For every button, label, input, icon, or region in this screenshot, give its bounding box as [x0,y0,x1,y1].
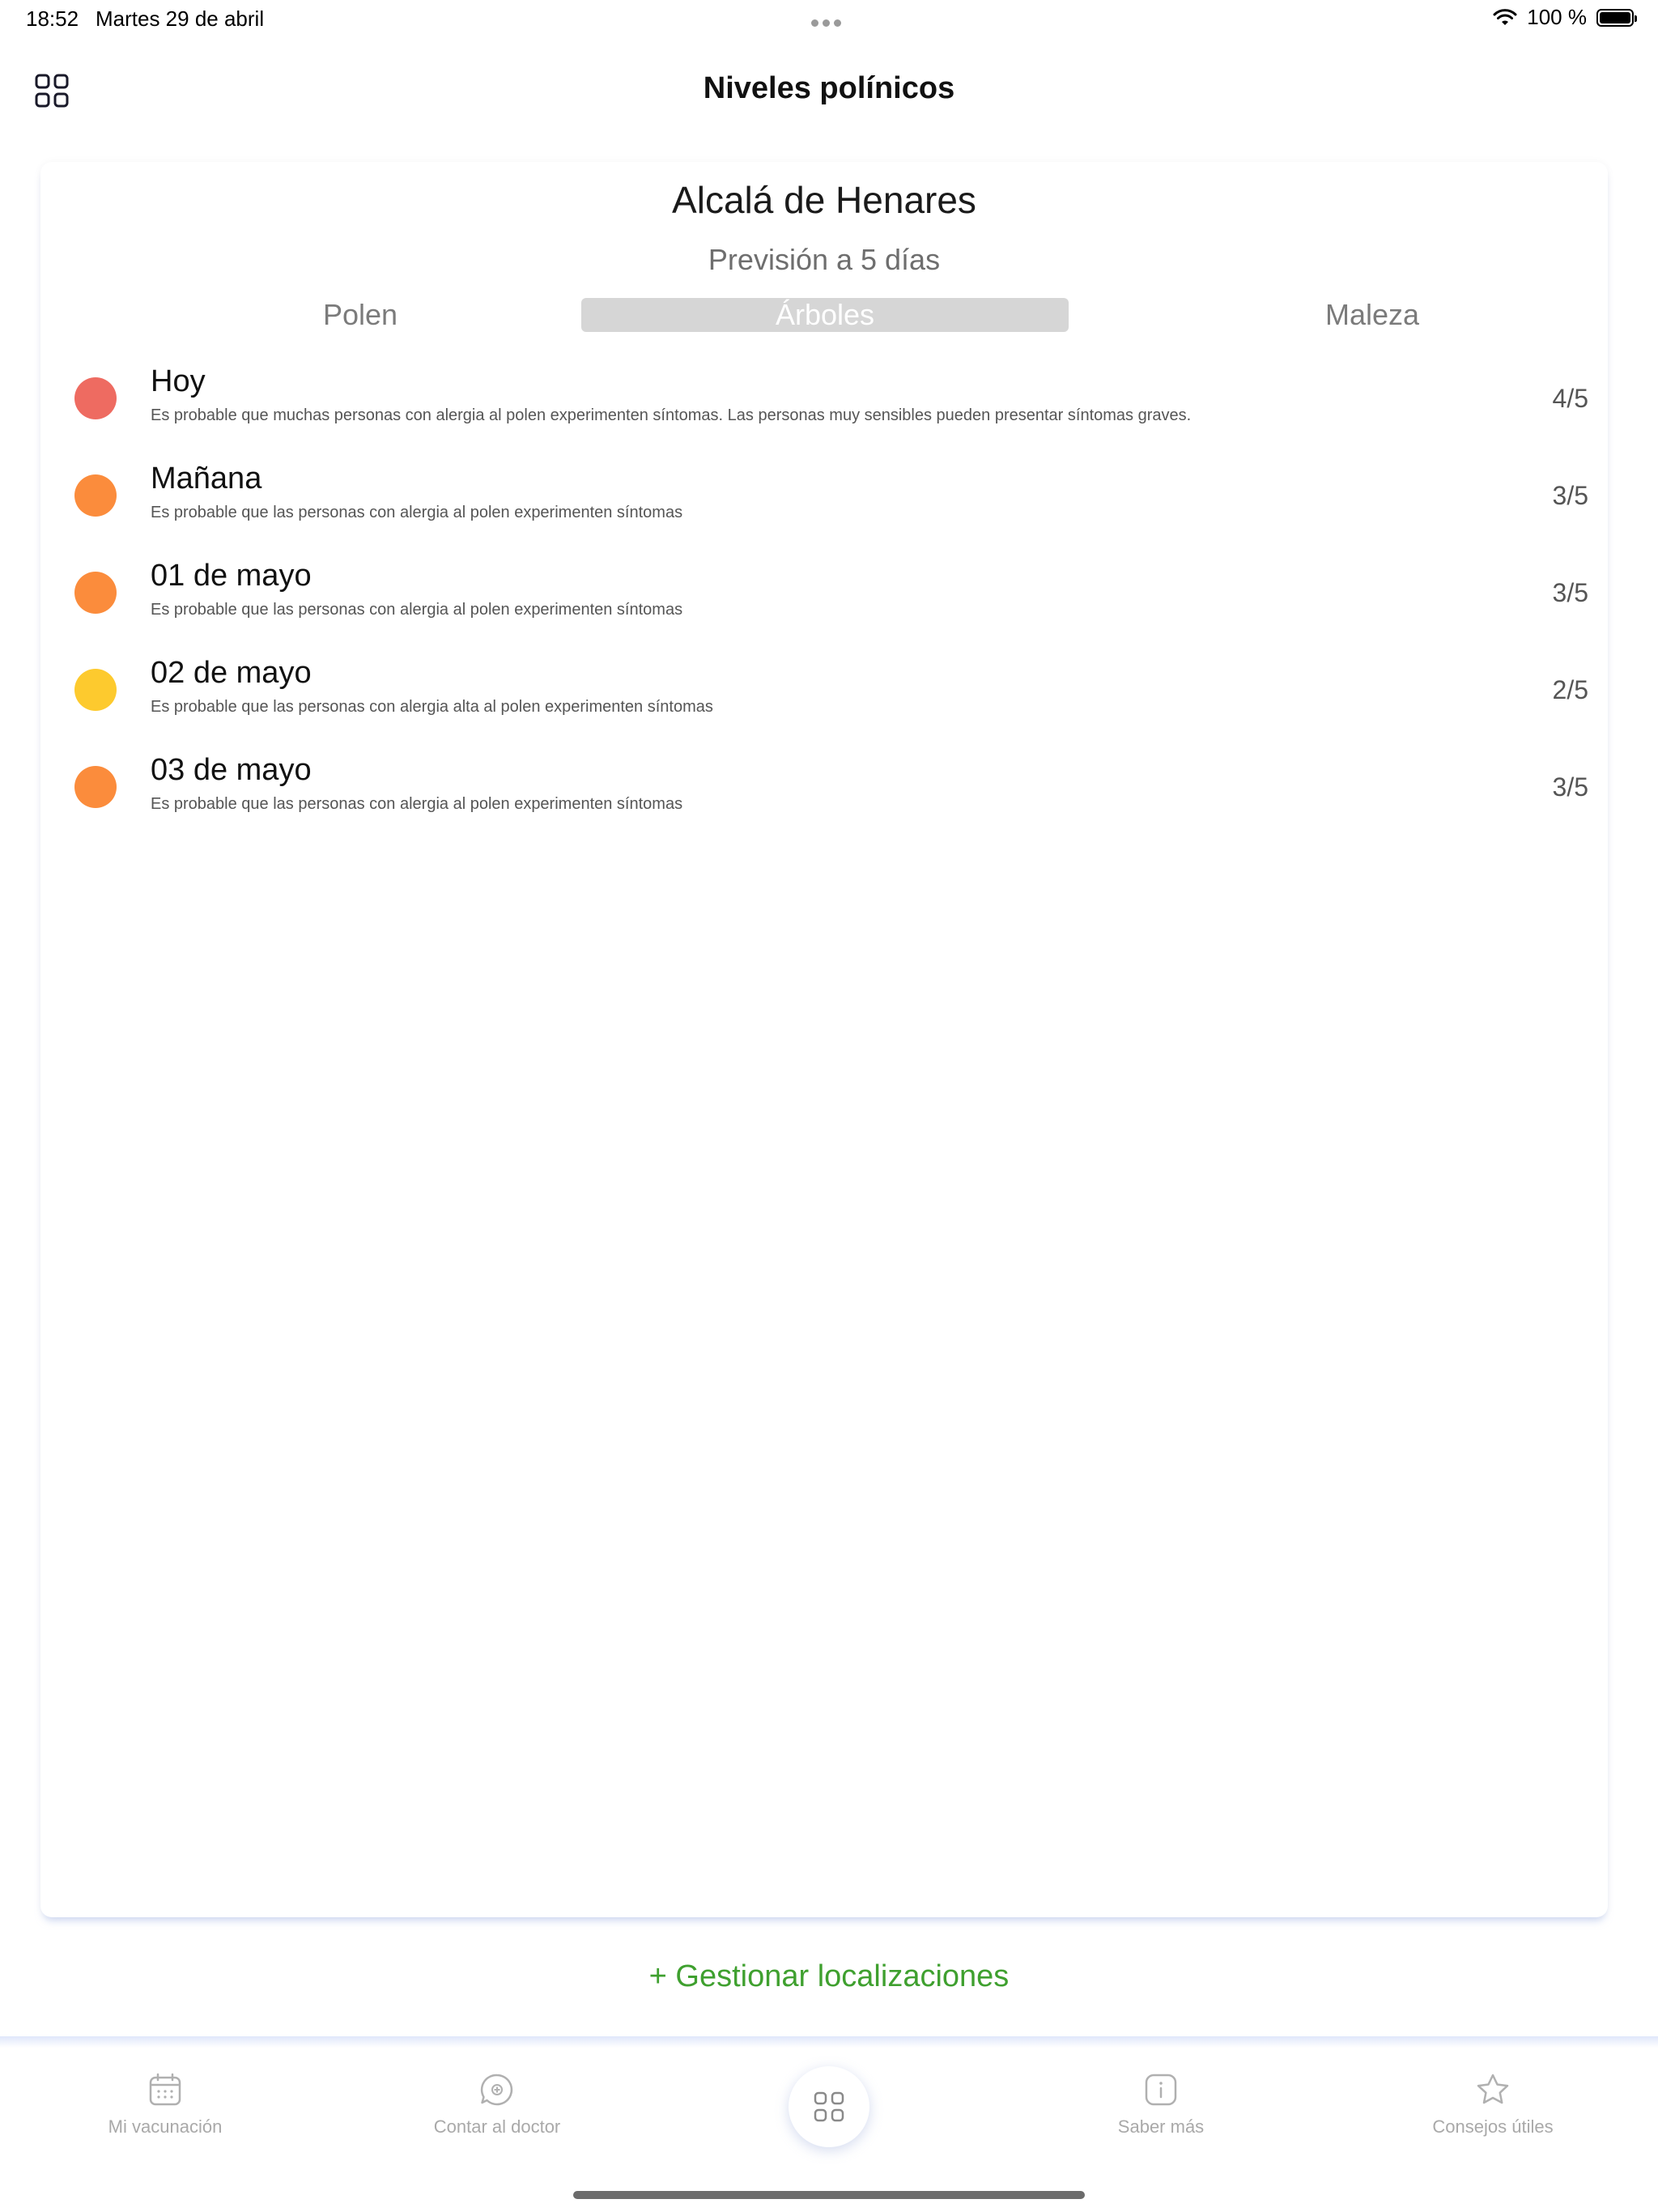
level-indicator-dot [74,572,117,614]
forecast-score: 2/5 [1552,675,1588,704]
chat-plus-icon [480,2074,513,2106]
forecast-description: Es probable que las personas con alergia… [151,601,683,619]
forecast-score: 3/5 [1552,772,1588,802]
tab-consejos-utiles[interactable]: Consejos útiles [1371,2048,1614,2138]
level-indicator-dot [74,377,117,419]
forecast-day: 03 de mayo [151,753,312,787]
level-indicator-dot [74,669,117,711]
forecast-description: Es probable que las personas con alergia… [151,504,683,521]
battery-icon [1596,8,1637,27]
page-title: Niveles polínicos [703,71,955,105]
tab-label: Consejos útiles [1432,2116,1554,2137]
forecast-list: Hoy Es probable que muchas personas con … [40,364,1608,850]
tab-saber-mas[interactable]: Saber más [1039,2048,1282,2138]
location-name: Alcalá de Henares [672,179,976,221]
level-indicator-dot [74,474,117,517]
forecast-description: Es probable que muchas personas con aler… [151,406,1192,424]
tab-contar-al-doctor[interactable]: Contar al doctor [376,2048,619,2138]
level-indicator-dot [74,766,117,808]
forecast-day: Hoy [151,364,206,398]
forecast-label: Previsión a 5 días [708,243,941,276]
home-indicator[interactable] [573,2191,1085,2199]
forecast-row: 03 de mayo Es probable que las personas … [40,753,1608,850]
tab-polen[interactable]: Polen [227,298,494,332]
tab-label: Contar al doctor [433,2116,561,2137]
forecast-row: Mañana Es probable que las personas con … [40,462,1608,559]
star-icon [1477,2074,1509,2104]
tab-label: Saber más [1117,2116,1205,2137]
tab-maleza[interactable]: Maleza [1239,298,1506,332]
multitasking-dots-icon[interactable] [811,16,847,27]
status-bar: 18:52 Martes 29 de abril 100 % [0,0,1658,40]
calendar-icon [149,2073,181,2106]
status-right: 100 % [1493,5,1637,30]
forecast-row: Hoy Es probable que muchas personas con … [40,364,1608,462]
forecast-score: 3/5 [1552,481,1588,510]
forecast-score: 4/5 [1552,384,1588,413]
grid-icon [814,2091,844,2122]
tab-arboles[interactable]: Árboles [581,298,1069,332]
tab-mi-vacunacion[interactable]: Mi vacunación [44,2048,287,2138]
tab-label: Mi vacunación [108,2116,223,2137]
forecast-day: 02 de mayo [151,656,312,690]
home-grid-button[interactable] [789,2066,869,2147]
forecast-day: 01 de mayo [151,559,312,593]
forecast-description: Es probable que las personas con alergia… [151,698,713,716]
status-time: 18:52 [26,6,79,31]
forecast-score: 3/5 [1552,578,1588,607]
battery-percentage: 100 % [1527,5,1587,29]
forecast-day: Mañana [151,462,262,496]
tabbar-divider [0,2036,1658,2048]
info-icon [1145,2074,1177,2106]
status-date: Martes 29 de abril [96,6,265,31]
wifi-icon [1493,8,1517,25]
forecast-row: 01 de mayo Es probable que las personas … [40,559,1608,656]
pollen-forecast-card: Alcalá de Henares Previsión a 5 días Pol… [40,162,1608,1917]
app-header: Niveles polínicos [0,57,1658,130]
forecast-row: 02 de mayo Es probable que las personas … [40,656,1608,753]
manage-locations-link[interactable]: + Gestionar localizaciones [0,1959,1658,1994]
forecast-description: Es probable que las personas con alergia… [151,795,683,813]
pollen-type-tabs: Polen Árboles Maleza [40,298,1608,335]
